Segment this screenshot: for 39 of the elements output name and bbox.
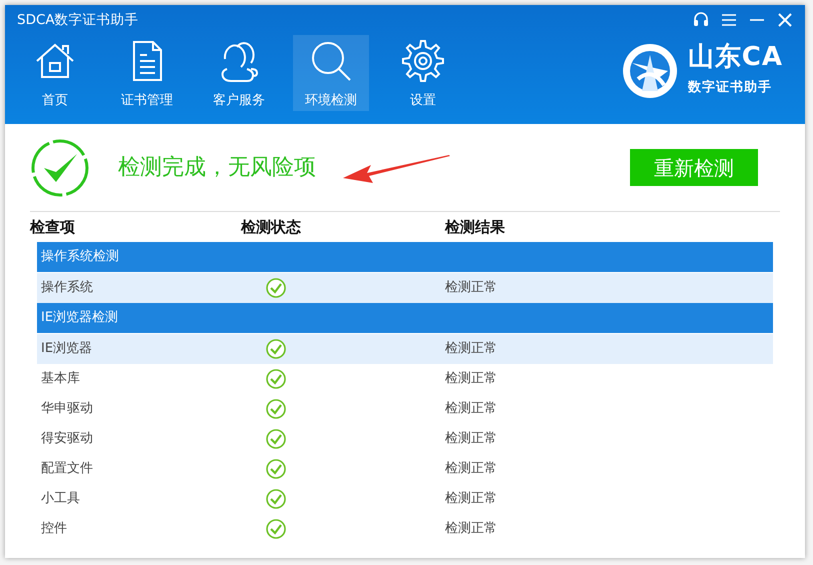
table-row[interactable]: 操作系统 检测正常 (37, 273, 773, 303)
item-name: 小工具 (40, 490, 81, 508)
result-text: 检测正常 (445, 370, 497, 388)
result-text: 检测正常 (445, 460, 497, 478)
result-text: 检测正常 (445, 490, 497, 508)
item-name: 控件 (40, 520, 68, 538)
result-text: 检测正常 (445, 340, 497, 358)
table-row[interactable]: IE浏览器 检测正常 (37, 334, 773, 364)
item-name: 基本库 (40, 370, 81, 388)
result-text: 检测正常 (445, 520, 497, 538)
item-name: 得安驱动 (40, 430, 94, 448)
item-name: IE浏览器 (40, 340, 94, 358)
nav-tab[interactable]: 客户服务 (201, 35, 277, 111)
brand-subtitle: 数字证书助手 (688, 78, 773, 98)
column-header: 检查项 (30, 216, 76, 238)
status-message: 检测完成，无风险项 (118, 154, 316, 182)
column-header: 检测结果 (445, 216, 505, 238)
item-name: 华申驱动 (40, 400, 94, 418)
settings-icon (401, 38, 445, 83)
nav-tab[interactable]: 证书管理 (109, 35, 185, 111)
table-row[interactable]: 小工具 检测正常 (37, 484, 773, 514)
group-header: 操作系统检测 (37, 242, 773, 272)
result-text: 检测正常 (445, 279, 497, 298)
item-name: 配置文件 (40, 460, 94, 478)
table-row[interactable]: 控件 检测正常 (37, 514, 773, 544)
item-name: 操作系统 (40, 279, 94, 298)
table-row[interactable]: 华申驱动 检测正常 (37, 394, 773, 424)
check-circle-icon (30, 138, 90, 198)
brand-name: 山东CA (688, 44, 783, 70)
table-row[interactable]: 配置文件 检测正常 (37, 454, 773, 484)
result-text: 检测正常 (445, 430, 497, 448)
column-header: 检测状态 (241, 216, 302, 238)
result-text: 检测正常 (445, 400, 497, 418)
group-header: IE浏览器检测 (37, 303, 773, 333)
table-row[interactable]: 基本库 检测正常 (37, 364, 773, 394)
nav-tab[interactable]: 首页 (17, 35, 93, 111)
nav-tab[interactable]: 设置 (385, 35, 461, 111)
table-row[interactable]: 得安驱动 检测正常 (37, 424, 773, 454)
window-title: SDCA数字证书助手 (17, 10, 139, 30)
